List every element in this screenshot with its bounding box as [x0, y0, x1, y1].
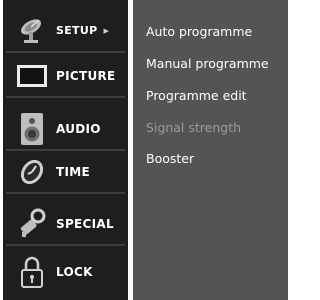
sidebar-item-label: SPECIAL: [56, 216, 114, 231]
chevron-right-icon: ▶: [103, 26, 109, 35]
sidebar-item-label: LOCK: [56, 264, 93, 279]
satellite-dish-icon: [14, 13, 50, 49]
key-icon: [14, 206, 50, 242]
sidebar-item-lock[interactable]: LOCK: [3, 251, 128, 292]
sidebar-item-time[interactable]: TIME: [3, 151, 128, 194]
sidebar-item-label: SETUP: [56, 24, 98, 37]
sidebar-item-label: AUDIO: [56, 121, 101, 136]
padlock-icon: [14, 254, 50, 290]
menu-item-signal-strength: Signal strength: [146, 120, 242, 135]
sidebar-item-label: TIME: [56, 164, 90, 179]
menu-item-manual-programme[interactable]: Manual programme: [146, 56, 269, 71]
sidebar-item-setup[interactable]: SETUP ▶: [3, 10, 128, 53]
sidebar-item-label: PICTURE: [56, 68, 116, 83]
menu-item-programme-edit[interactable]: Programme edit: [146, 88, 247, 103]
menu-item-booster[interactable]: Booster: [146, 151, 194, 166]
screen-icon: [14, 58, 50, 94]
sidebar-item-audio[interactable]: AUDIO: [3, 108, 128, 151]
setup-submenu-panel: Auto programme Manual programme Programm…: [133, 0, 288, 300]
sidebar-item-special[interactable]: SPECIAL: [3, 203, 128, 246]
menu-item-auto-programme[interactable]: Auto programme: [146, 24, 252, 39]
sidebar-item-picture[interactable]: PICTURE: [3, 55, 128, 98]
main-menu-sidebar: SETUP ▶ PICTURE AUDIO TIME SPECIAL LOCK: [3, 0, 128, 300]
speaker-icon: [14, 111, 50, 147]
clock-icon: [14, 154, 50, 190]
